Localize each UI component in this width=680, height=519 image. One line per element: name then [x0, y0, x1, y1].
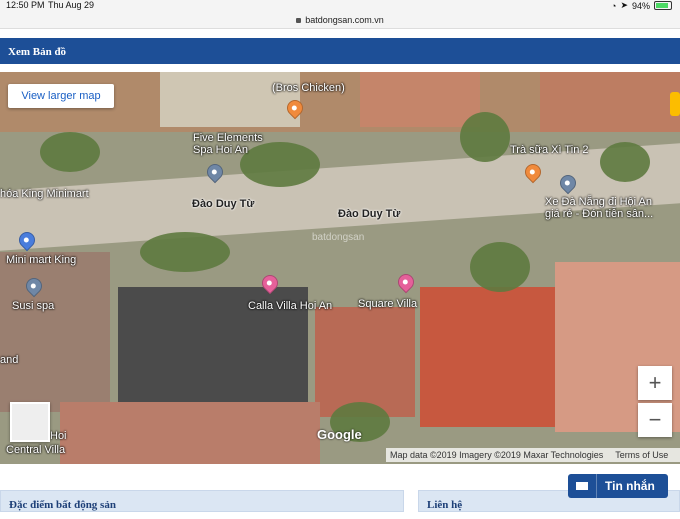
map-section-header: Xem Bản đồ	[0, 38, 680, 64]
wifi-icon: ◔	[611, 0, 617, 11]
property-details-title: Đặc điểm bất động sản	[9, 499, 116, 511]
status-time: 12:50 PM	[6, 0, 45, 10]
message-button[interactable]: Tin nhắn	[568, 474, 668, 498]
place-label-mini-mart-king[interactable]: Mini mart King	[6, 254, 76, 266]
place-label-tra-sua[interactable]: Trà sữa Xì Tin 2	[510, 144, 588, 156]
message-button-label: Tin nhắn	[605, 479, 655, 493]
tree	[470, 242, 530, 292]
place-label-square-villa[interactable]: Square Villa	[358, 298, 417, 310]
google-logo: Google	[317, 427, 362, 442]
status-bar: 12:50 PM Thu Aug 29 ◔ ➤ 94%	[0, 0, 680, 12]
place-label-king-minimart[interactable]: hóa King Minimart	[0, 188, 89, 200]
satellite-toggle-thumbnail[interactable]	[10, 402, 50, 442]
url-text: batdongsan.com.vn	[305, 15, 384, 25]
roof-block	[60, 402, 320, 464]
tree	[140, 232, 230, 272]
tree	[600, 142, 650, 182]
property-details-header: Đặc điểm bất động sản	[0, 490, 404, 512]
place-label-xe-da-nang[interactable]: Xe Đà Nẵng đi Hội An giá rẻ - Đón tiễn s…	[545, 196, 653, 220]
battery-percent: 94%	[631, 0, 650, 11]
road-label: Đào Duy Từ	[192, 198, 255, 210]
status-date: Thu Aug 29	[48, 0, 95, 10]
map-embed[interactable]: batdongsan View larger map (Bros Chicken…	[0, 72, 680, 464]
roof-block	[160, 72, 300, 127]
roof-block	[360, 72, 480, 127]
zoom-in-button[interactable]: +	[638, 366, 672, 400]
pegman-icon[interactable]	[670, 92, 680, 116]
map-section-title: Xem Bản đồ	[8, 46, 67, 58]
terms-of-use-link[interactable]: Terms of Use	[615, 448, 668, 462]
place-label-susi-spa[interactable]: Susi spa	[12, 300, 54, 312]
view-larger-map-button[interactable]: View larger map	[8, 84, 114, 108]
zoom-out-button[interactable]: −	[638, 403, 672, 437]
map-attribution: Map data ©2019 Imagery ©2019 Maxar Techn…	[386, 448, 680, 462]
place-label-partial-and: and	[0, 354, 19, 366]
lock-icon	[296, 18, 302, 24]
roof-block	[420, 287, 560, 427]
map-data-credit: Map data ©2019 Imagery ©2019 Maxar Techn…	[390, 450, 604, 460]
place-label-partial-hoi: Hoi	[50, 430, 67, 442]
contact-title: Liên hệ	[427, 499, 463, 511]
address-bar[interactable]: batdongsan.com.vn	[0, 12, 680, 29]
place-label-calla-villa[interactable]: Calla Villa Hoi An	[248, 300, 332, 312]
tree	[40, 132, 100, 172]
place-label-bros-chicken[interactable]: (Bros Chicken)	[272, 82, 345, 94]
location-icon: ➤	[620, 0, 628, 10]
status-right: ◔ ➤ 94%	[611, 0, 672, 11]
watermark: batdongsan	[312, 232, 365, 243]
place-label-five-elements[interactable]: Five Elements Spa Hoi An	[193, 132, 263, 156]
place-label-partial-central-villa: Central Villa	[6, 444, 66, 456]
battery-icon	[654, 1, 672, 10]
mail-icon	[568, 474, 597, 498]
roof-block	[315, 307, 415, 417]
hotel-pin-icon[interactable]	[394, 270, 418, 294]
roof-block	[0, 252, 110, 412]
tree	[460, 112, 510, 162]
road-label: Đào Duy Từ	[338, 208, 401, 220]
roof-block	[540, 72, 680, 132]
